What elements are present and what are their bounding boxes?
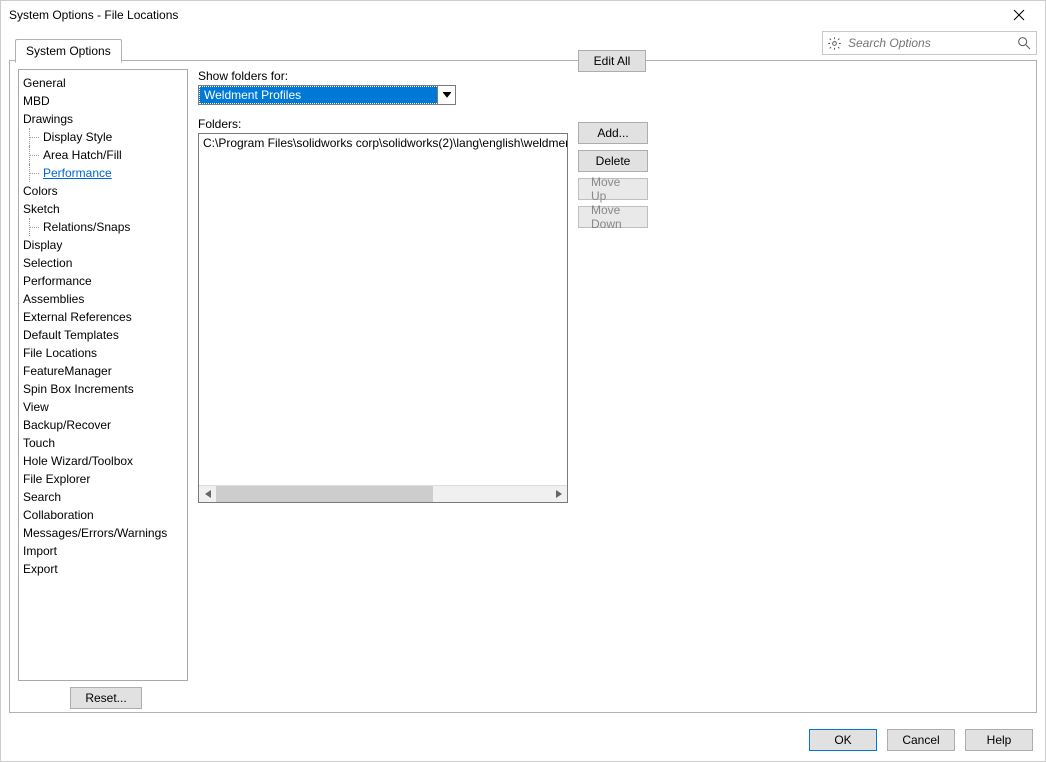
tab-system-options[interactable]: System Options [15, 39, 122, 63]
scroll-track[interactable] [216, 486, 550, 502]
combo-value: Weldment Profiles [199, 86, 437, 104]
tree-item[interactable]: File Explorer [19, 470, 187, 488]
tree-item[interactable]: Sketch [19, 200, 187, 218]
show-folders-combo[interactable]: Weldment Profiles [198, 85, 456, 105]
tab-strip: System Options [15, 39, 122, 63]
edit-all-button[interactable]: Edit All [578, 50, 646, 72]
options-dialog: System Options - File Locations System O… [0, 0, 1046, 762]
ok-button[interactable]: OK [809, 729, 877, 751]
right-pane: Show folders for: Weldment Profiles Fold… [198, 69, 1028, 503]
tree-item[interactable]: Relations/Snaps [19, 218, 187, 236]
search-icon[interactable] [1016, 35, 1032, 51]
tree-item[interactable]: Default Templates [19, 326, 187, 344]
folders-listbox[interactable]: C:\Program Files\solidworks corp\solidwo… [198, 133, 568, 503]
tree-item[interactable]: Search [19, 488, 187, 506]
tree-item[interactable]: Import [19, 542, 187, 560]
dialog-buttons: OK Cancel Help [809, 729, 1033, 751]
tree-item[interactable]: General [19, 74, 187, 92]
scroll-right-icon[interactable] [550, 486, 567, 502]
delete-button[interactable]: Delete [578, 150, 648, 172]
gear-icon [827, 36, 842, 51]
tree-item[interactable]: Assemblies [19, 290, 187, 308]
tree-item[interactable]: External References [19, 308, 187, 326]
tree-item[interactable]: Spin Box Increments [19, 380, 187, 398]
close-button[interactable] [1001, 4, 1037, 26]
tree-item[interactable]: Backup/Recover [19, 416, 187, 434]
search-box[interactable] [822, 31, 1037, 55]
window-title: System Options - File Locations [9, 8, 178, 22]
tree-item[interactable]: Performance [19, 272, 187, 290]
tree-item[interactable]: Colors [19, 182, 187, 200]
tree-item[interactable]: Display Style [19, 128, 187, 146]
tree-item[interactable]: Export [19, 560, 187, 578]
tree-item[interactable]: File Locations [19, 344, 187, 362]
move-up-button[interactable]: Move Up [578, 178, 648, 200]
tree-item[interactable]: Area Hatch/Fill [19, 146, 187, 164]
help-button[interactable]: Help [965, 729, 1033, 751]
cancel-button[interactable]: Cancel [887, 729, 955, 751]
tree-item[interactable]: MBD [19, 92, 187, 110]
tree-item[interactable]: Display [19, 236, 187, 254]
options-tree[interactable]: GeneralMBDDrawingsDisplay StyleArea Hatc… [18, 69, 188, 681]
move-down-button[interactable]: Move Down [578, 206, 648, 228]
tree-item[interactable]: Collaboration [19, 506, 187, 524]
tree-item[interactable]: FeatureManager [19, 362, 187, 380]
tree-item[interactable]: View [19, 398, 187, 416]
tree-item[interactable]: Touch [19, 434, 187, 452]
chevron-down-icon[interactable] [437, 86, 455, 104]
reset-button[interactable]: Reset... [70, 687, 142, 709]
tree-item[interactable]: Hole Wizard/Toolbox [19, 452, 187, 470]
close-icon [1013, 9, 1025, 21]
tab-panel: GeneralMBDDrawingsDisplay StyleArea Hatc… [9, 60, 1037, 713]
scroll-thumb[interactable] [216, 486, 433, 502]
search-input[interactable] [846, 35, 1016, 51]
scroll-left-icon[interactable] [199, 486, 216, 502]
tree-item[interactable]: Selection [19, 254, 187, 272]
titlebar: System Options - File Locations [1, 1, 1045, 29]
tree-item[interactable]: Performance [19, 164, 187, 182]
horizontal-scrollbar[interactable] [199, 485, 567, 502]
tree-item[interactable]: Drawings [19, 110, 187, 128]
add-button[interactable]: Add... [578, 122, 648, 144]
folder-row[interactable]: C:\Program Files\solidworks corp\solidwo… [199, 134, 567, 152]
tree-item[interactable]: Messages/Errors/Warnings [19, 524, 187, 542]
